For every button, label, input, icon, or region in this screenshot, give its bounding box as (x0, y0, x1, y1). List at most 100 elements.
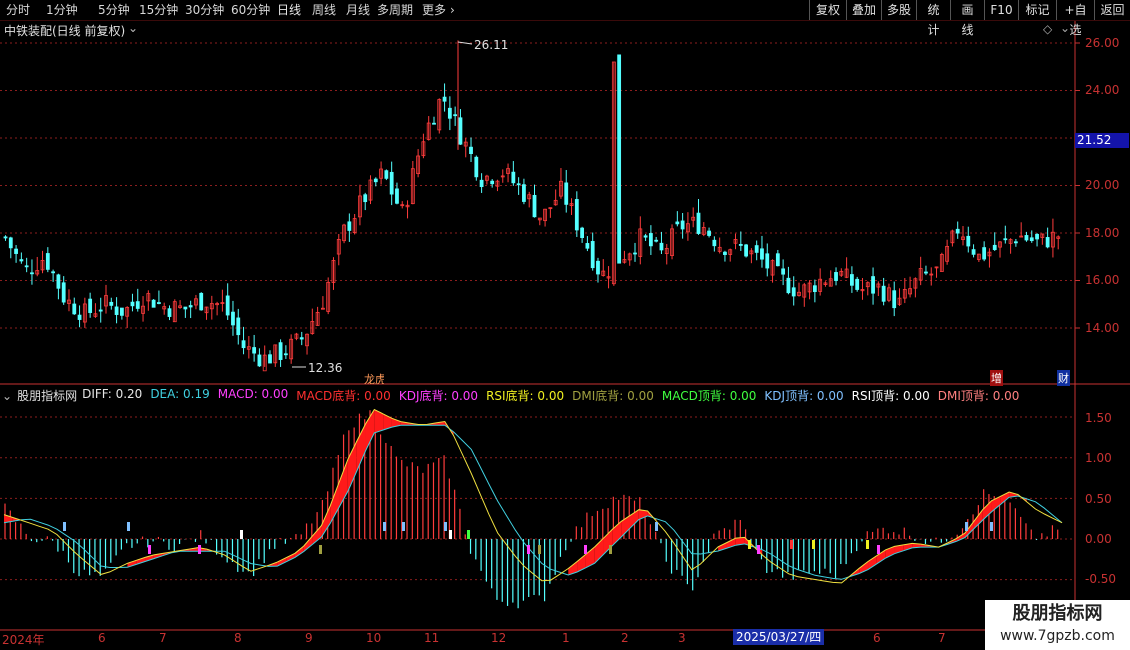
candle-body (45, 253, 50, 270)
period-tab-day[interactable]: 日线 (277, 2, 301, 18)
period-tab-15min[interactable]: 15分钟 (139, 2, 178, 18)
add-watchlist-button[interactable]: +自选 (1056, 0, 1094, 37)
candle-body (707, 230, 711, 236)
candle-body (696, 212, 701, 234)
candle-body (992, 244, 997, 250)
watermark: 股朋指标网 www.7gpzb.com (985, 600, 1130, 650)
indicator-value-item: RSI底背: 0.00 (486, 389, 565, 403)
period-tab-month[interactable]: 月线 (346, 2, 370, 18)
candle-body (490, 180, 495, 185)
candle-body (924, 271, 928, 274)
signal-marker (866, 540, 869, 549)
f10-button[interactable]: F10 (984, 0, 1018, 20)
finance-badge[interactable]: 财 (1057, 370, 1070, 386)
diamond-icon[interactable]: ◇ (1043, 22, 1052, 36)
signal-marker (790, 540, 793, 549)
signal-marker (444, 522, 447, 531)
candle-body (712, 239, 717, 247)
indicator-header: ⌄ 股朋指标网 DIFF: 0.20 DEA: 0.19 MACD: 0.00 MAC… (2, 387, 1019, 404)
macd-tick: -0.50 (1085, 572, 1117, 586)
signal-marker (584, 545, 587, 554)
back-button[interactable]: 返回 (1094, 0, 1130, 20)
indicator-value-item: DIFF: 0.20 (82, 387, 143, 401)
period-tab-multi[interactable]: 多周期 (377, 2, 413, 18)
period-tab-more[interactable]: 更多 (422, 2, 446, 18)
candle-body (654, 239, 659, 242)
candle-body (522, 184, 526, 202)
signal-marker (812, 540, 815, 549)
options-chevron-icon[interactable]: ⌄ (1060, 21, 1070, 35)
multi-stock-button[interactable]: 多股 (881, 0, 916, 20)
candle-body (633, 252, 637, 255)
candle-body (564, 182, 569, 205)
candle-body (479, 179, 484, 188)
signal-marker (148, 545, 151, 554)
candlestick-series (3, 40, 1061, 372)
price-tick: 24.00 (1085, 83, 1120, 97)
dea-line (3, 424, 1063, 580)
period-tab-1min[interactable]: 1分钟 (46, 2, 78, 18)
candle-body (754, 245, 759, 253)
diff-dea-fill (303, 535, 313, 552)
candle-body (738, 244, 743, 246)
period-tab-week[interactable]: 周线 (312, 2, 336, 18)
price-tick: 20.00 (1085, 178, 1120, 192)
candle-body (585, 243, 590, 249)
candle-body (157, 302, 161, 304)
candle-body (225, 295, 230, 316)
candle-body (88, 298, 93, 313)
fuquan-button[interactable]: 复权 (809, 0, 846, 20)
candle-body (3, 236, 8, 239)
indicator-name[interactable]: 股朋指标网 (17, 387, 77, 404)
candle-body (574, 199, 579, 231)
candle-body (278, 342, 283, 360)
candle-body (1013, 241, 1018, 244)
signal-marker (383, 522, 386, 531)
overlay-button[interactable]: 叠加 (846, 0, 881, 20)
period-tab-60min[interactable]: 60分钟 (231, 2, 270, 18)
candle-body (188, 305, 193, 308)
period-tab-30min[interactable]: 30分钟 (185, 2, 224, 18)
candle-body (241, 340, 246, 349)
mark-button[interactable]: 标记 (1018, 0, 1056, 20)
candle-body (77, 314, 82, 320)
chevron-right-icon[interactable]: › (450, 2, 455, 18)
price-tick: 14.00 (1085, 321, 1120, 335)
increase-badge[interactable]: 增 (990, 370, 1003, 386)
candle-body (236, 317, 241, 336)
time-label: 12 (491, 631, 507, 645)
signal-marker (127, 522, 130, 531)
candle-body (659, 242, 664, 251)
candle-body (723, 251, 727, 255)
candle-body (109, 301, 114, 306)
signal-marker (319, 545, 322, 554)
signal-marker (965, 522, 968, 531)
candle-body (114, 306, 119, 315)
dragon-tiger-badge[interactable]: 龙虎榜 (364, 371, 384, 387)
signal-marker (609, 545, 612, 554)
indicator-value-item: KDJ顶背: 0.00 (764, 389, 844, 403)
signal-marker (757, 545, 760, 554)
diff-dea-fill (868, 555, 877, 570)
candle-body (151, 299, 156, 308)
period-tab-fenshi[interactable]: 分时 (6, 2, 30, 18)
period-tab-5min[interactable]: 5分钟 (98, 2, 130, 18)
signal-marker (198, 545, 201, 554)
low-price-label: 12.36 (308, 361, 343, 375)
time-label: 6 (98, 631, 106, 645)
candle-body (299, 337, 304, 340)
candle-body (167, 308, 172, 317)
signal-marker (63, 522, 66, 531)
chevron-down-icon[interactable]: ⌄ (128, 21, 138, 35)
stats-button[interactable]: 统计 (916, 0, 950, 37)
top-toolbar: 分时 1分钟 5分钟 15分钟 30分钟 60分钟 日线 周线 月线 多周期 更… (0, 0, 1130, 37)
time-label: 7 (159, 631, 167, 645)
candle-body (268, 354, 272, 364)
draw-line-button[interactable]: 画线 (950, 0, 984, 37)
candle-body (850, 274, 854, 286)
chart-canvas[interactable] (0, 0, 1130, 650)
candle-body (760, 248, 764, 260)
candle-body (855, 278, 860, 290)
indicator-menu-icon[interactable]: ⌄ (2, 389, 12, 403)
candle-body (834, 272, 838, 281)
